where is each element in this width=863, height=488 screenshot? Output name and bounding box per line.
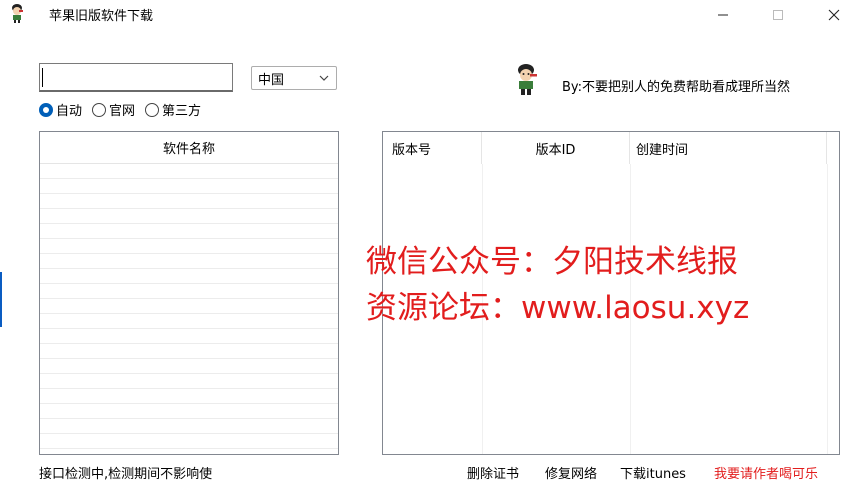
donate-link[interactable]: 我要请作者喝可乐 bbox=[714, 463, 818, 482]
window-edge-accent bbox=[0, 272, 2, 327]
text-caret bbox=[42, 68, 43, 87]
region-selected-value: 中国 bbox=[258, 72, 285, 88]
radio-indicator bbox=[39, 102, 53, 117]
repair-network-link[interactable]: 修复网络 bbox=[545, 463, 597, 482]
close-button[interactable] bbox=[811, 0, 857, 30]
cartoon-boy-icon bbox=[12, 4, 23, 23]
minimize-button[interactable] bbox=[700, 0, 746, 30]
source-radio-group: 自动 官网 第三方 bbox=[39, 100, 211, 119]
maximize-button[interactable] bbox=[755, 0, 801, 30]
status-text: 接口检测中,检测期间不影响使 bbox=[39, 467, 213, 482]
radio-official[interactable]: 官网 bbox=[92, 100, 135, 119]
window-title: 苹果旧版软件下载 bbox=[49, 9, 154, 24]
column-divider bbox=[827, 164, 828, 454]
software-list-rows bbox=[40, 164, 338, 454]
column-header-label: 创建时间 bbox=[636, 142, 689, 158]
column-header-label: 版本号 bbox=[392, 142, 432, 158]
radio-indicator bbox=[92, 102, 107, 117]
watermark-line-1: 微信公众号：夕阳技术线报 bbox=[366, 244, 738, 280]
author-credit: By:不要把别人的免费帮助看成理所当然 bbox=[562, 80, 791, 95]
title-bar: 苹果旧版软件下载 bbox=[0, 0, 863, 30]
radio-third-party[interactable]: 第三方 bbox=[145, 100, 201, 119]
column-header-version[interactable]: 版本号 bbox=[383, 132, 482, 164]
radio-label: 官网 bbox=[109, 104, 136, 119]
delete-cert-link[interactable]: 删除证书 bbox=[467, 463, 519, 482]
version-table-header: 版本号 版本ID 创建时间 bbox=[383, 132, 839, 164]
region-select[interactable]: 中国 bbox=[251, 66, 337, 90]
download-itunes-link[interactable]: 下载itunes bbox=[620, 463, 686, 482]
column-header-name: 软件名称 bbox=[162, 142, 215, 157]
column-header-label: 版本ID bbox=[535, 142, 576, 158]
chevron-down-icon bbox=[319, 75, 329, 81]
software-list-header[interactable]: 软件名称 bbox=[40, 132, 338, 164]
radio-indicator bbox=[145, 102, 160, 117]
watermark-line-2: 资源论坛：www.laosu.xyz bbox=[366, 290, 750, 326]
minimize-icon bbox=[718, 14, 728, 16]
radio-label: 自动 bbox=[56, 104, 83, 119]
radio-auto[interactable]: 自动 bbox=[39, 100, 82, 119]
column-header-version-id[interactable]: 版本ID bbox=[482, 132, 630, 164]
search-input[interactable] bbox=[39, 63, 233, 92]
column-header-created-time[interactable]: 创建时间 bbox=[630, 132, 827, 164]
close-icon bbox=[828, 9, 840, 21]
software-list[interactable]: 软件名称 bbox=[39, 131, 339, 455]
cartoon-boy-icon bbox=[518, 64, 537, 95]
maximize-icon bbox=[773, 10, 783, 20]
radio-label: 第三方 bbox=[162, 104, 202, 119]
